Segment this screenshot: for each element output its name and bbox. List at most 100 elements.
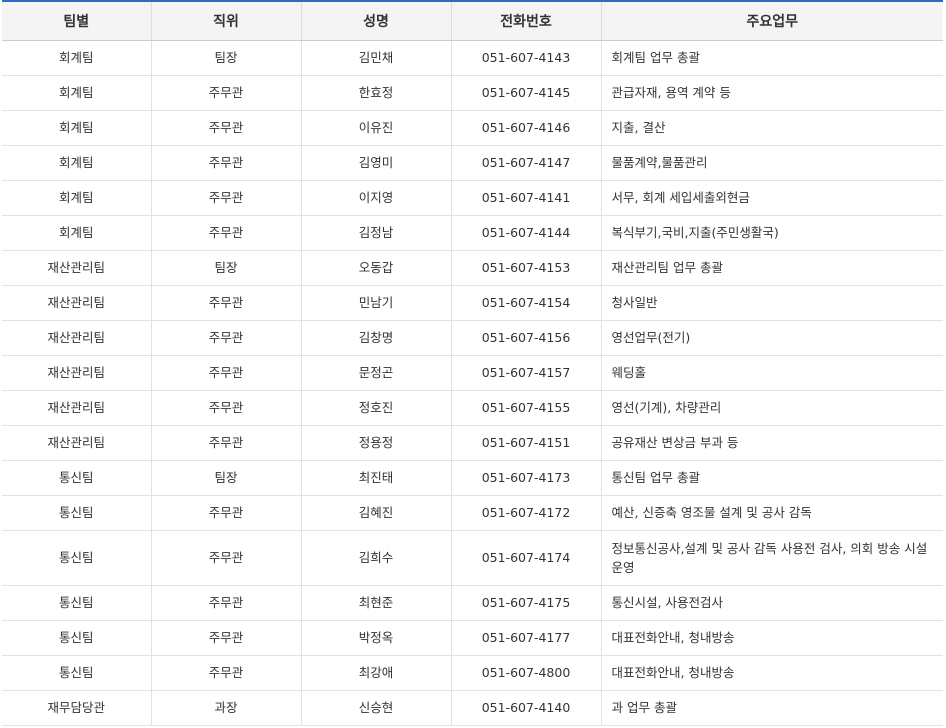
position-cell: 주무관 (150, 215, 301, 251)
phone-cell: 051-607-4172 (450, 495, 601, 531)
position-cell: 주무관 (150, 585, 301, 621)
name-cell: 최강애 (300, 655, 451, 691)
position-cell: 주무관 (150, 530, 301, 586)
duties-cell: 과 업무 총괄 (600, 690, 943, 726)
header-duties: 주요업무 (600, 1, 943, 41)
header-position: 직위 (150, 1, 301, 41)
phone-cell: 051-607-4154 (450, 285, 601, 321)
team-cell: 재무담당관 (2, 690, 151, 726)
phone-cell: 051-607-4173 (450, 460, 601, 496)
team-cell: 재산관리팀 (2, 320, 151, 356)
duties-cell: 정보통신공사,설계 및 공사 감독 사용전 검사, 의회 방송 시설 운영 (600, 530, 943, 586)
phone-cell: 051-607-4177 (450, 620, 601, 656)
duties-cell: 웨딩홀 (600, 355, 943, 391)
name-cell: 이유진 (300, 110, 451, 146)
table-row: 통신팀 주무관 최강애 051-607-4800 대표전화안내, 청내방송 (2, 655, 943, 691)
team-cell: 재산관리팀 (2, 250, 151, 286)
table-row: 재산관리팀 주무관 김창명 051-607-4156 영선업무(전기) (2, 320, 943, 356)
team-cell: 통신팀 (2, 655, 151, 691)
name-cell: 이지영 (300, 180, 451, 216)
name-cell: 김창명 (300, 320, 451, 356)
phone-cell: 051-607-4151 (450, 425, 601, 461)
duties-cell: 대표전화안내, 청내방송 (600, 620, 943, 656)
duties-cell: 통신팀 업무 총괄 (600, 460, 943, 496)
team-cell: 회계팀 (2, 180, 151, 216)
phone-cell: 051-607-4155 (450, 390, 601, 426)
team-cell: 재산관리팀 (2, 285, 151, 321)
position-cell: 주무관 (150, 285, 301, 321)
name-cell: 김민채 (300, 40, 451, 76)
duties-cell: 청사일반 (600, 285, 943, 321)
name-cell: 최진태 (300, 460, 451, 496)
position-cell: 주무관 (150, 390, 301, 426)
phone-cell: 051-607-4157 (450, 355, 601, 391)
position-cell: 주무관 (150, 620, 301, 656)
name-cell: 문정곤 (300, 355, 451, 391)
table-row: 회계팀 주무관 이유진 051-607-4146 지출, 결산 (2, 110, 943, 146)
team-cell: 재산관리팀 (2, 390, 151, 426)
position-cell: 주무관 (150, 655, 301, 691)
phone-cell: 051-607-4143 (450, 40, 601, 76)
name-cell: 정호진 (300, 390, 451, 426)
phone-cell: 051-607-4140 (450, 690, 601, 726)
table-row: 통신팀 주무관 최현준 051-607-4175 통신시설, 사용전검사 (2, 585, 943, 621)
phone-cell: 051-607-4174 (450, 530, 601, 586)
name-cell: 김정남 (300, 215, 451, 251)
position-cell: 주무관 (150, 75, 301, 111)
phone-cell: 051-607-4156 (450, 320, 601, 356)
phone-cell: 051-607-4800 (450, 655, 601, 691)
phone-cell: 051-607-4145 (450, 75, 601, 111)
team-cell: 통신팀 (2, 495, 151, 531)
name-cell: 신승현 (300, 690, 451, 726)
table-body: 회계팀 팀장 김민채 051-607-4143 회계팀 업무 총괄 회계팀 주무관 한효정 05… (2, 40, 943, 726)
duties-cell: 영선(기계), 차량관리 (600, 390, 943, 426)
staff-directory-table: 팀별 직위 성명 전화번호 주요업무 회계팀 팀장 김민채 051-607-4143 회… (2, 0, 943, 726)
phone-cell: 051-607-4175 (450, 585, 601, 621)
team-cell: 통신팀 (2, 585, 151, 621)
table-row: 회계팀 주무관 김영미 051-607-4147 물품계약,물품관리 (2, 145, 943, 181)
duties-cell: 대표전화안내, 청내방송 (600, 655, 943, 691)
position-cell: 팀장 (150, 40, 301, 76)
duties-cell: 관급자재, 용역 계약 등 (600, 75, 943, 111)
table-row: 회계팀 팀장 김민채 051-607-4143 회계팀 업무 총괄 (2, 40, 943, 76)
table-row: 재산관리팀 팀장 오동갑 051-607-4153 재산관리팀 업무 총괄 (2, 250, 943, 286)
position-cell: 과장 (150, 690, 301, 726)
position-cell: 팀장 (150, 460, 301, 496)
table-row: 회계팀 주무관 김정남 051-607-4144 복식부기,국비,지출(주민생활국) (2, 215, 943, 251)
table-row: 통신팀 주무관 김희수 051-607-4174 정보통신공사,설계 및 공사 감독 사… (2, 530, 943, 586)
phone-cell: 051-607-4153 (450, 250, 601, 286)
position-cell: 주무관 (150, 425, 301, 461)
position-cell: 주무관 (150, 145, 301, 181)
duties-cell: 지출, 결산 (600, 110, 943, 146)
team-cell: 통신팀 (2, 460, 151, 496)
name-cell: 정용정 (300, 425, 451, 461)
header-row: 팀별 직위 성명 전화번호 주요업무 (2, 1, 943, 41)
duties-cell: 물품계약,물품관리 (600, 145, 943, 181)
duties-cell: 통신시설, 사용전검사 (600, 585, 943, 621)
header-team: 팀별 (2, 1, 151, 41)
name-cell: 최현준 (300, 585, 451, 621)
team-cell: 회계팀 (2, 40, 151, 76)
team-cell: 회계팀 (2, 145, 151, 181)
name-cell: 한효정 (300, 75, 451, 111)
name-cell: 김혜진 (300, 495, 451, 531)
team-cell: 통신팀 (2, 530, 151, 586)
name-cell: 오동갑 (300, 250, 451, 286)
position-cell: 주무관 (150, 180, 301, 216)
phone-cell: 051-607-4141 (450, 180, 601, 216)
table-row: 재산관리팀 주무관 민남기 051-607-4154 청사일반 (2, 285, 943, 321)
name-cell: 김희수 (300, 530, 451, 586)
table-row: 재무담당관 과장 신승현 051-607-4140 과 업무 총괄 (2, 690, 943, 726)
team-cell: 재산관리팀 (2, 425, 151, 461)
name-cell: 박정옥 (300, 620, 451, 656)
header-name: 성명 (300, 1, 451, 41)
team-cell: 회계팀 (2, 215, 151, 251)
duties-cell: 서무, 회계 세입세출외현금 (600, 180, 943, 216)
duties-cell: 복식부기,국비,지출(주민생활국) (600, 215, 943, 251)
phone-cell: 051-607-4146 (450, 110, 601, 146)
table-row: 재산관리팀 주무관 문정곤 051-607-4157 웨딩홀 (2, 355, 943, 391)
duties-cell: 예산, 신증축 영조물 설계 및 공사 감독 (600, 495, 943, 531)
phone-cell: 051-607-4144 (450, 215, 601, 251)
position-cell: 주무관 (150, 110, 301, 146)
duties-cell: 재산관리팀 업무 총괄 (600, 250, 943, 286)
